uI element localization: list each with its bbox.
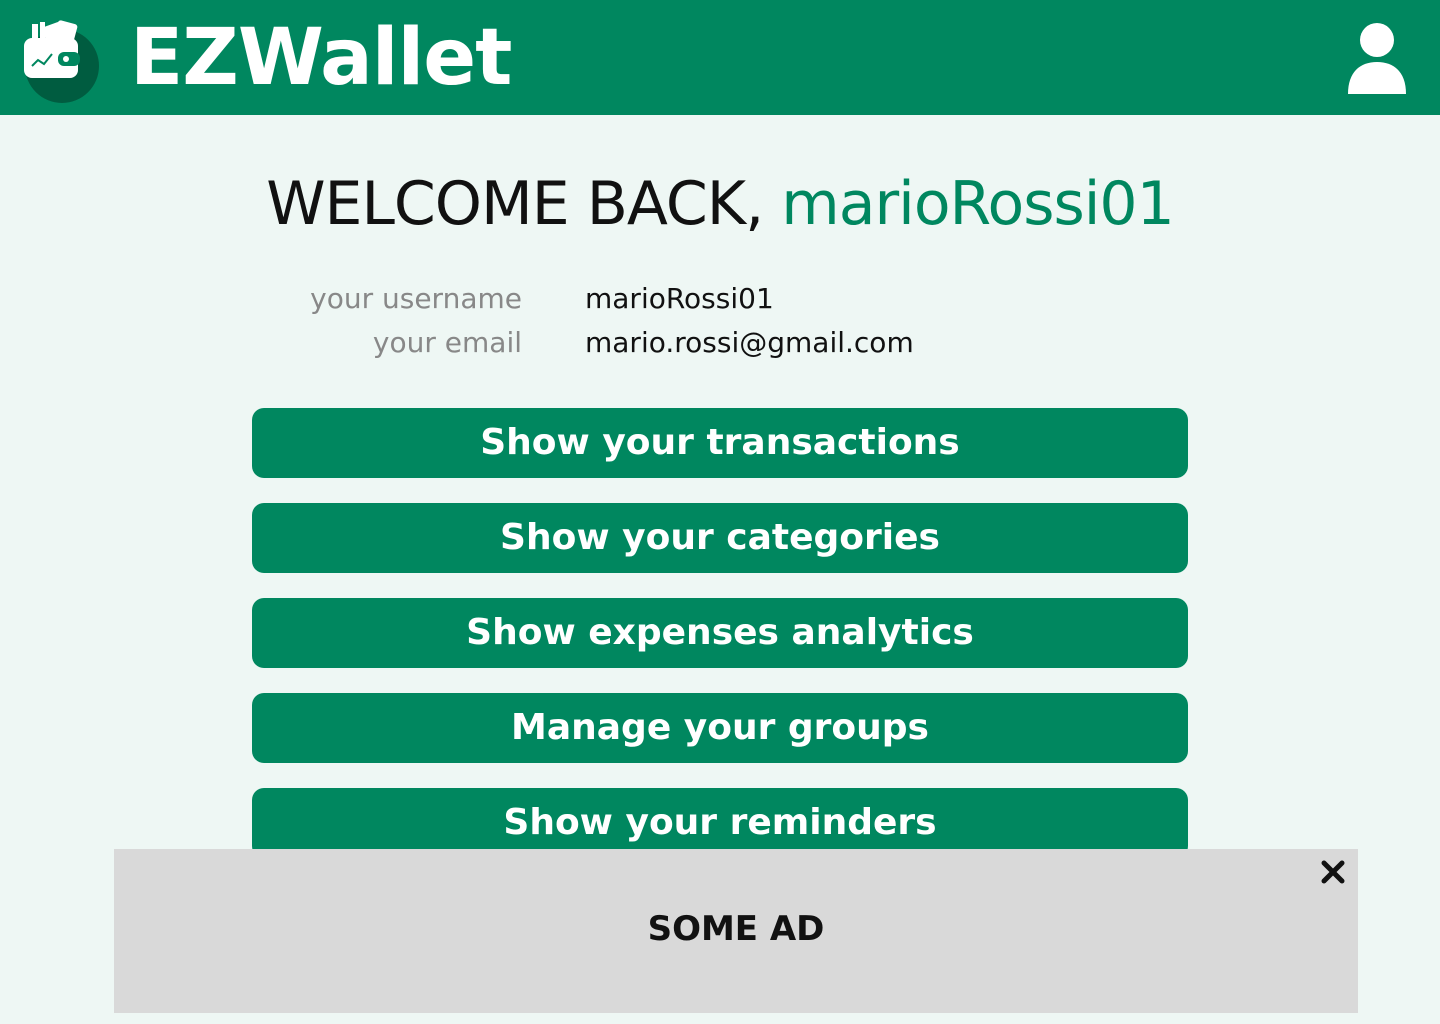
- username-value: marioRossi01: [585, 282, 774, 315]
- show-analytics-button[interactable]: Show expenses analytics: [252, 598, 1188, 668]
- welcome-heading: WELCOME BACK, marioRossi01: [0, 168, 1440, 240]
- user-profile-icon[interactable]: [1344, 18, 1410, 98]
- close-icon[interactable]: [1320, 859, 1346, 885]
- email-label: your email: [372, 326, 522, 359]
- welcome-username: marioRossi01: [781, 169, 1175, 239]
- ad-banner[interactable]: SOME AD: [114, 849, 1358, 1013]
- show-categories-button[interactable]: Show your categories: [252, 503, 1188, 573]
- username-label: your username: [310, 282, 522, 315]
- welcome-prefix: WELCOME BACK,: [266, 169, 782, 239]
- show-transactions-button[interactable]: Show your transactions: [252, 408, 1188, 478]
- manage-groups-button[interactable]: Manage your groups: [252, 693, 1188, 763]
- app-header: EZWallet: [0, 0, 1440, 115]
- ad-text: SOME AD: [647, 909, 825, 949]
- app-title: EZWallet: [130, 13, 512, 103]
- email-value: mario.rossi@gmail.com: [585, 326, 914, 359]
- wallet-logo-icon: [24, 20, 99, 103]
- show-reminders-button[interactable]: Show your reminders: [252, 788, 1188, 858]
